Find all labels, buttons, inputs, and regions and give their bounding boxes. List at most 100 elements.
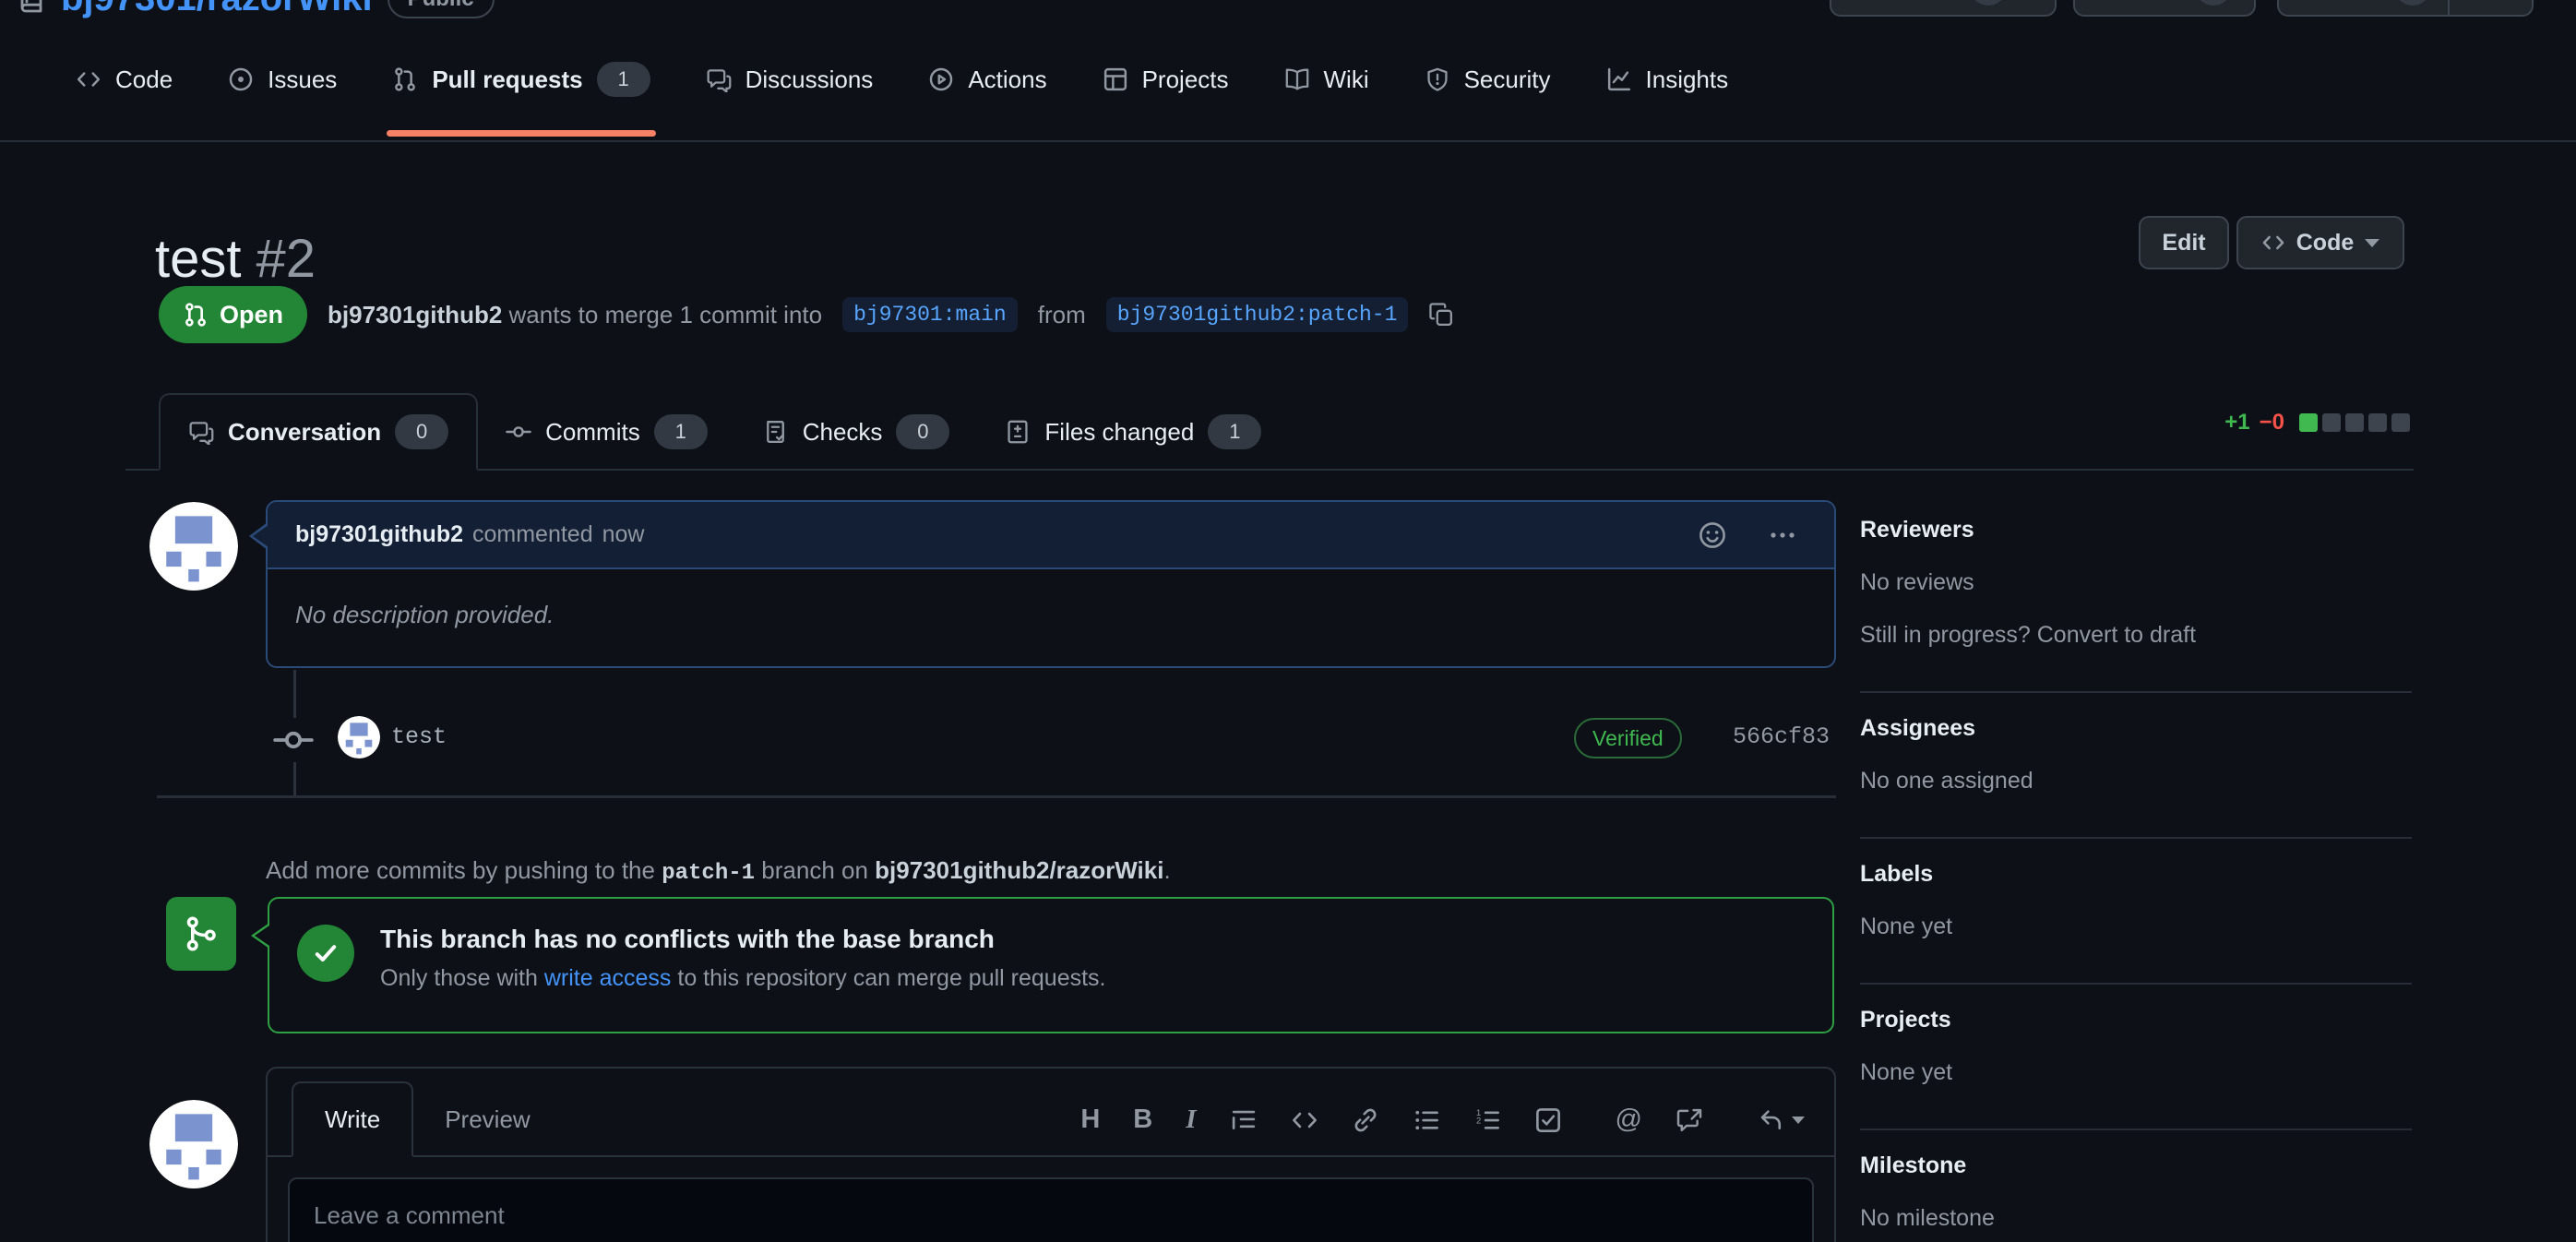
comment-timestamp[interactable]: now [602,521,645,548]
commit-author-avatar[interactable] [338,716,380,758]
tab-files-changed[interactable]: Files changed 1 [977,395,1289,469]
bold-icon[interactable]: B [1133,1105,1152,1135]
quote-icon[interactable] [1230,1106,1258,1134]
commit-message-link[interactable]: test [391,723,447,750]
commits-count: 1 [654,414,708,449]
nav-tab-wiki[interactable]: Wiki [1260,51,1393,109]
repo-name-link[interactable]: bj97301/razorWiki [61,0,373,19]
merge-status-box: This branch has no conflicts with the ba… [268,897,1834,1033]
nav-tab-code[interactable]: Code [52,51,197,109]
verified-badge[interactable]: Verified [1574,718,1682,758]
pr-status-row: Open bj97301github2 wants to merge 1 com… [159,286,1454,343]
nav-tab-issues[interactable]: Issues [204,51,361,109]
merge-status-subtitle: Only those with write access to this rep… [380,965,1106,992]
pr-number: #2 [256,229,316,289]
nav-tab-insights[interactable]: Insights [1582,51,1753,109]
commit-icon [506,419,531,445]
pr-sidebar: Reviewers No reviews Still in progress? … [1860,506,2412,1242]
sidebar-section-milestone: Milestone No milestone [1860,1130,2412,1242]
cross-reference-icon[interactable] [1676,1106,1703,1134]
fork-button[interactable]: Fork 1 [2073,0,2256,17]
conversation-icon [188,419,214,445]
convert-to-draft[interactable]: Still in progress? Convert to draft [1860,622,2412,649]
emoji-reaction-icon[interactable] [1698,520,1727,550]
comment-author-avatar[interactable] [149,502,238,591]
editor-toolbar: H B I 12 @ [1080,1105,1810,1155]
sidebar-section-projects: Projects None yet [1860,985,2412,1130]
actions-icon [928,66,954,92]
wiki-icon [1284,66,1310,92]
timeline-divider [157,795,1836,798]
nav-tab-discussions[interactable]: Discussions [682,51,898,109]
comment-editor: Write Preview H B I 12 @ [266,1067,1836,1242]
preview-tab[interactable]: Preview [413,1083,561,1155]
visibility-badge: Public [388,0,495,18]
sidebar-heading: Labels [1860,861,2412,888]
conversation-count: 0 [395,414,448,449]
star-button[interactable]: Star 0 [2277,0,2534,17]
base-branch-label[interactable]: bj97301:main [842,297,1018,332]
pull-request-icon [392,66,418,92]
write-access-link[interactable]: write access [544,965,672,991]
commit-sha-link[interactable]: 566cf83 [1733,723,1830,750]
heading-icon[interactable]: H [1080,1105,1100,1135]
commit-icon [273,718,314,762]
pr-title: test#2 [155,228,316,290]
issue-icon [228,66,254,92]
current-user-avatar[interactable] [149,1100,238,1188]
copy-icon[interactable] [1428,302,1454,328]
nav-tab-actions[interactable]: Actions [904,51,1070,109]
italic-icon[interactable]: I [1186,1105,1196,1135]
additions: +1 [2224,410,2249,436]
fork-count: 1 [2195,0,2232,6]
tab-conversation[interactable]: Conversation 0 [159,393,478,471]
repo-full-name: bj97301github2/razorWiki [875,856,1163,884]
link-icon[interactable] [1352,1106,1379,1134]
repo-nav: Code Issues Pull requests 1 Discussions … [0,18,2576,142]
editor-tab-strip: Write Preview H B I 12 @ [268,1069,1834,1157]
checklist-icon [763,419,789,445]
head-branch-label[interactable]: bj97301github2:patch-1 [1106,297,1409,332]
sidebar-heading: Milestone [1860,1152,2412,1179]
sidebar-section-labels: Labels None yet [1860,839,2412,985]
merge-status-title: This branch has no conflicts with the ba… [380,925,1106,954]
pr-tabs: Conversation 0 Commits 1 Checks 0 Files … [125,393,2414,471]
task-list-icon[interactable] [1534,1106,1562,1134]
deletions: −0 [2260,410,2284,436]
insights-icon [1606,66,1632,92]
pull-request-page: bj97301/razorWiki Public Watch 1 Fork 1 … [0,0,2576,1242]
code-dropdown-button[interactable]: Code [2236,216,2404,269]
edit-button[interactable]: Edit [2139,216,2229,269]
unordered-list-icon[interactable] [1413,1106,1440,1134]
comment-author[interactable]: bj97301github2 [295,521,463,548]
sidebar-heading: Assignees [1860,715,2412,742]
nav-tab-security[interactable]: Security [1401,51,1575,109]
kebab-menu-icon[interactable] [1768,520,1797,550]
watch-button[interactable]: Watch 1 [1830,0,2057,17]
pr-author[interactable]: bj97301github2 [328,301,502,328]
tab-checks[interactable]: Checks 0 [735,395,978,469]
pull-request-icon [183,302,209,328]
nav-tab-pull-requests[interactable]: Pull requests 1 [368,47,674,112]
git-merge-icon [166,897,236,971]
file-diff-icon [1005,419,1031,445]
diffstat: +1 −0 [2224,410,2410,436]
code-icon[interactable] [1291,1106,1318,1134]
ordered-list-icon[interactable]: 12 [1473,1106,1501,1134]
nav-tab-projects[interactable]: Projects [1079,51,1253,109]
pull-requests-count: 1 [597,62,650,97]
watch-count: 1 [1970,0,2007,6]
write-tab[interactable]: Write [292,1081,413,1157]
active-tab-underline [387,130,655,137]
comment-input[interactable] [288,1177,1814,1242]
discussions-icon [706,66,732,92]
code-icon [76,66,101,92]
svg-text:2: 2 [1476,1116,1481,1125]
saved-replies-icon[interactable] [1757,1106,1805,1134]
sidebar-section-reviewers: Reviewers No reviews Still in progress? … [1860,506,2412,693]
caret-down-icon [1792,1117,1805,1124]
tab-commits[interactable]: Commits 1 [478,395,735,469]
mention-icon[interactable]: @ [1616,1105,1642,1135]
push-instructions: Add more commits by pushing to the patch… [266,856,1171,886]
sidebar-heading: Projects [1860,1007,2412,1033]
